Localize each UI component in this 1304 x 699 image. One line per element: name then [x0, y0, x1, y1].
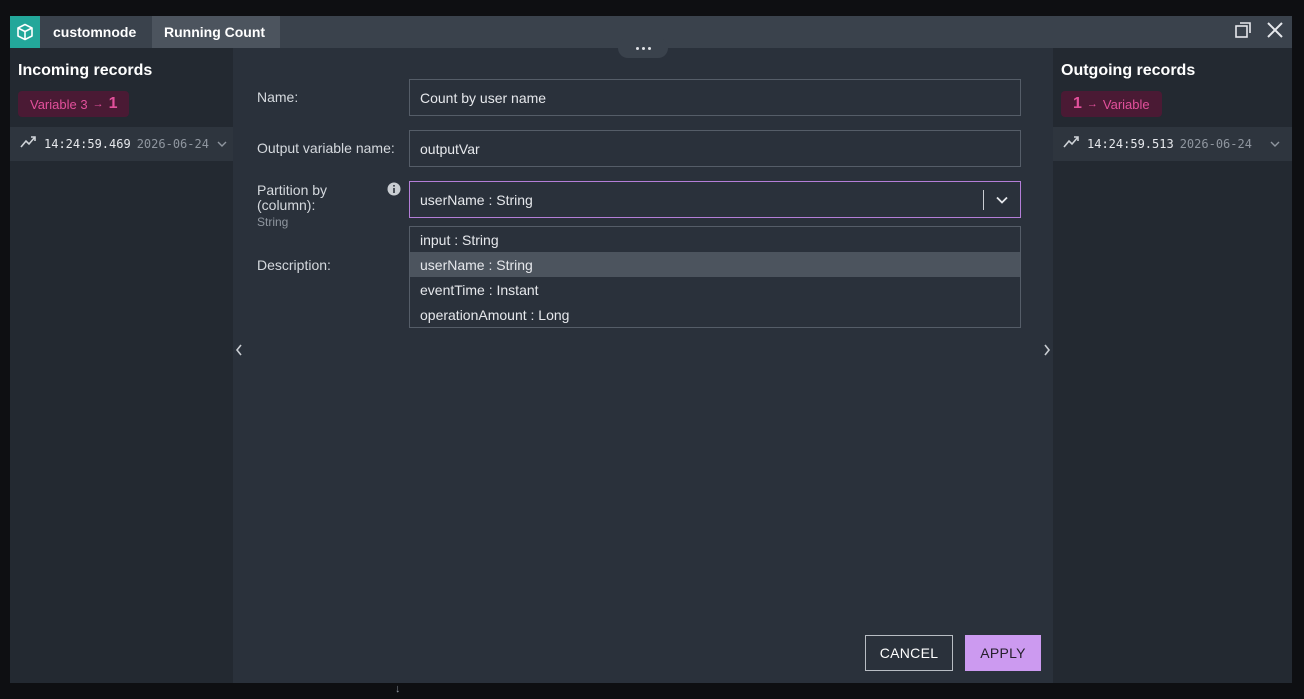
description-label: Description:	[257, 257, 331, 273]
incoming-records-title: Incoming records	[18, 62, 153, 79]
output-variable-label: Output variable name:	[257, 140, 395, 156]
outgoing-records-panel: Outgoing records 1 → Variable 14:24:59.5…	[1053, 48, 1292, 683]
chevron-right-icon	[1043, 343, 1051, 361]
partition-type-label: String	[257, 215, 289, 229]
info-icon[interactable]	[387, 182, 401, 196]
incoming-record-row[interactable]: 14:24:59.469 2026-06-24	[10, 127, 233, 161]
partition-option[interactable]: eventTime : Instant	[410, 277, 1020, 302]
apply-button[interactable]: APPLY	[965, 635, 1041, 671]
node-type-label: customnode	[40, 16, 152, 48]
partition-option-selected[interactable]: userName : String	[410, 252, 1020, 277]
name-input[interactable]	[409, 79, 1021, 116]
close-button[interactable]	[1265, 21, 1285, 44]
badge-count: 1	[108, 95, 118, 112]
output-variable-input[interactable]	[409, 130, 1021, 167]
chevron-down-icon[interactable]	[992, 190, 1012, 210]
node-details-window: customnode Running Count Incoming record…	[10, 16, 1292, 683]
trend-icon	[1063, 135, 1079, 154]
select-separator	[983, 190, 984, 210]
incoming-variable-badge[interactable]: Variable 3 → 1	[18, 91, 130, 117]
badge-variable-text: Variable 3	[30, 96, 88, 112]
partition-select[interactable]: userName : String	[409, 181, 1021, 218]
partition-option[interactable]: operationAmount : Long	[410, 302, 1020, 327]
outgoing-record-row[interactable]: 14:24:59.513 2026-06-24	[1053, 127, 1292, 161]
outgoing-records-title: Outgoing records	[1061, 62, 1196, 79]
chevron-down-icon[interactable]	[217, 135, 227, 153]
cancel-button[interactable]: CANCEL	[865, 635, 953, 671]
chevron-left-icon	[235, 343, 243, 361]
incoming-records-panel: Incoming records Variable 3 → 1 14:24:59…	[10, 48, 233, 683]
dot-icon	[641, 46, 645, 50]
dot-icon	[635, 46, 639, 50]
name-label: Name:	[257, 89, 299, 105]
close-icon	[1266, 21, 1284, 44]
record-time: 14:24:59.513	[1087, 137, 1174, 151]
partition-label-line1: Partition by	[257, 182, 328, 198]
outgoing-variable-badge[interactable]: 1 → Variable	[1061, 91, 1162, 117]
expand-icon	[1234, 21, 1252, 44]
badge-arrow: →	[92, 98, 104, 110]
record-date: 2026-06-24	[136, 137, 209, 151]
expand-button[interactable]	[1233, 21, 1253, 44]
partition-label-line2: (column):	[257, 197, 316, 213]
cube-icon	[10, 16, 40, 48]
badge-variable-text: Variable	[1102, 96, 1150, 112]
node-name-tab[interactable]: Running Count	[152, 16, 280, 48]
chevron-down-icon[interactable]	[1270, 135, 1280, 153]
node-form-panel: Name: Output variable name: Partition by…	[233, 38, 1053, 683]
partition-option[interactable]: input : String	[410, 227, 1020, 252]
collapse-left-button[interactable]	[233, 340, 245, 364]
drag-handle[interactable]	[618, 38, 668, 58]
record-date: 2026-06-24	[1179, 137, 1252, 151]
arrow-down-icon: ↓	[395, 683, 401, 695]
trend-icon	[20, 135, 36, 154]
badge-count: 1	[1073, 95, 1082, 112]
collapse-right-button[interactable]	[1041, 340, 1053, 364]
partition-selected-value: userName : String	[420, 191, 533, 208]
partition-options-menu: input : String userName : String eventTi…	[409, 226, 1021, 328]
record-time: 14:24:59.469	[44, 137, 131, 151]
badge-arrow: →	[1086, 98, 1098, 110]
dot-icon	[647, 46, 651, 50]
